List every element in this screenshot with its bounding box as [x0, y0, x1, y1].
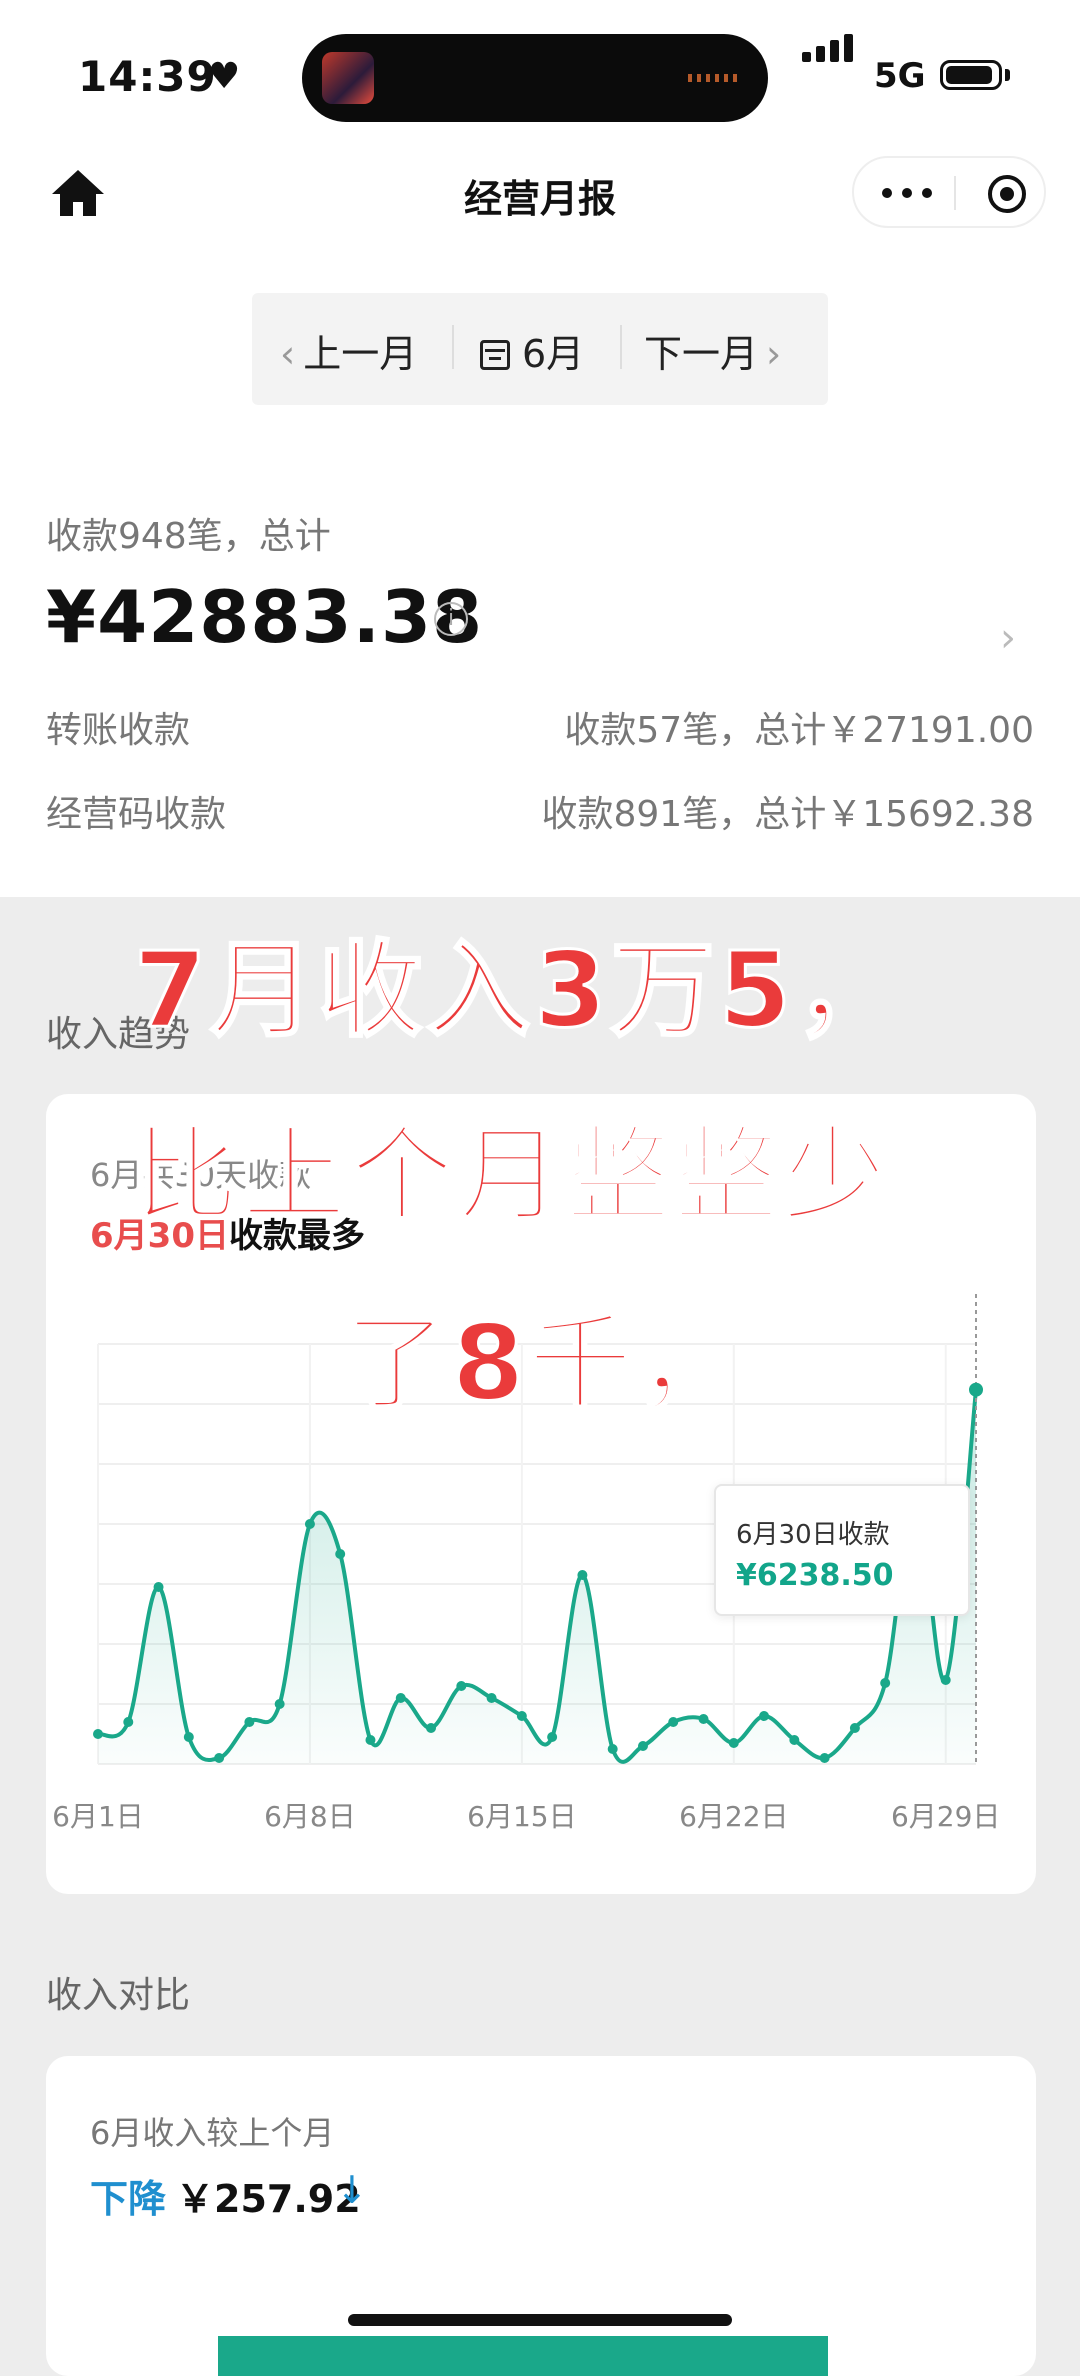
data-point [668, 1717, 679, 1727]
status-bar: 14:39 ♥ 5G [0, 0, 1080, 150]
data-point [849, 1723, 860, 1733]
data-point [335, 1549, 346, 1559]
overlay-caption-line-1: 7月收入3万5， [132, 928, 904, 1053]
more-icon[interactable] [882, 186, 936, 200]
prev-month-button[interactable]: ‹ 上一月 [280, 323, 417, 378]
data-point [153, 1582, 164, 1592]
next-month-button[interactable]: 下一月 › [644, 323, 781, 378]
data-point [880, 1678, 891, 1688]
x-tick-label: 6月8日 [264, 1800, 356, 1833]
compare-amount: ￥257.92 [176, 2177, 361, 2221]
heart-icon: ♥ [208, 56, 241, 97]
compare-label: 6月收入较上个月 [90, 2114, 335, 2152]
mini-program-capsule [852, 156, 1046, 228]
transfer-value: 收款57笔，总计￥27191.00 [564, 710, 1034, 751]
chart-tooltip: 6月30日收款 ¥6238.50 [714, 1484, 970, 1616]
data-point [365, 1735, 376, 1745]
overlay-caption-line-2: 比上个月整整少 [132, 1113, 891, 1238]
dynamic-island[interactable] [302, 34, 768, 122]
data-point [426, 1723, 437, 1733]
battery-icon [940, 60, 1002, 90]
x-tick-label: 6月15日 [467, 1800, 576, 1833]
chevron-left-icon: ‹ [280, 332, 296, 376]
data-point [759, 1711, 770, 1721]
data-point [698, 1714, 709, 1724]
current-month-button[interactable]: 6月 [480, 323, 584, 378]
close-target-icon[interactable] [988, 175, 1026, 213]
data-point [123, 1717, 134, 1727]
data-point [244, 1717, 255, 1727]
calendar-icon [480, 340, 510, 370]
data-point [516, 1711, 527, 1721]
x-tick-label: 6月29日 [891, 1800, 1000, 1833]
arrow-down-icon: ↓ [336, 2168, 368, 2212]
data-point [940, 1675, 951, 1685]
summary-section: ‹ 上一月 6月 下一月 › 收款948笔，总计 ¥42883.38 i › 转账收… [0, 245, 1080, 897]
data-point [607, 1744, 618, 1754]
data-point [395, 1693, 406, 1703]
qrcode-label: 经营码收款 [46, 794, 227, 835]
data-point [969, 1382, 983, 1397]
data-point [274, 1699, 285, 1709]
month-switcher: ‹ 上一月 6月 下一月 › [252, 293, 828, 405]
info-icon[interactable]: i [434, 602, 468, 636]
qrcode-value: 收款891笔，总计￥15692.38 [541, 794, 1035, 835]
data-point [577, 1570, 588, 1580]
data-point [183, 1732, 194, 1742]
data-point [456, 1681, 467, 1691]
compare-trend: 下降 [90, 2177, 167, 2221]
compare-card: 6月收入较上个月 下降 ￥257.92 ↓ [46, 2056, 1036, 2376]
compare-title: 收入对比 [46, 1975, 191, 2016]
data-point [789, 1735, 800, 1745]
data-point [214, 1753, 225, 1763]
media-thumbnail-icon [322, 52, 374, 104]
summary-amount[interactable]: ¥42883.38 [46, 575, 483, 659]
audio-wave-icon [688, 74, 738, 82]
home-indicator [348, 2314, 732, 2326]
data-point [304, 1519, 315, 1529]
network-type: 5G [874, 56, 926, 96]
chevron-right-icon[interactable]: › [1000, 615, 1016, 661]
compare-bar [218, 2336, 828, 2376]
overlay-caption-line-3: 了8千， [342, 1301, 745, 1426]
data-point [728, 1738, 739, 1748]
data-point [637, 1741, 648, 1751]
x-tick-label: 6月22日 [679, 1800, 788, 1833]
data-point [93, 1729, 103, 1739]
summary-label: 收款948笔，总计 [46, 516, 331, 557]
x-tick-label: 6月1日 [52, 1800, 144, 1833]
nav-bar: 经营月报 [0, 150, 1080, 245]
transfer-label: 转账收款 [46, 710, 191, 751]
clock: 14:39 [78, 52, 217, 101]
chevron-right-icon: › [766, 332, 782, 376]
data-point [819, 1753, 830, 1763]
data-point [486, 1693, 497, 1703]
data-point [547, 1732, 558, 1742]
